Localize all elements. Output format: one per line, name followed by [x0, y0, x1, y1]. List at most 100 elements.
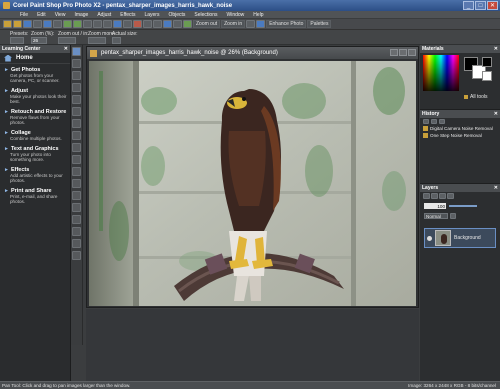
- close-button[interactable]: ✕: [487, 1, 498, 10]
- blend-mode-dropdown[interactable]: Normal: [424, 213, 448, 219]
- pen-tool-icon[interactable]: [72, 239, 81, 248]
- visibility-eye-icon[interactable]: [427, 235, 432, 241]
- lc-item-get-photos[interactable]: ► Get Photos Get photos from your camera,…: [0, 64, 70, 85]
- paint-brush-icon[interactable]: [72, 167, 81, 176]
- layer-row-background[interactable]: Background: [424, 228, 496, 248]
- presets-dropdown[interactable]: [10, 37, 24, 44]
- histogram-icon[interactable]: [173, 20, 182, 28]
- zoom-field[interactable]: 26: [31, 37, 47, 44]
- pick-tool-icon[interactable]: [72, 59, 81, 68]
- undo-icon[interactable]: [423, 119, 429, 124]
- lc-item-print-share[interactable]: ► Print and Share Print, e-mail, and shar…: [0, 185, 70, 206]
- lc-item-adjust[interactable]: ► Adjust Make your photos look their best…: [0, 85, 70, 106]
- menu-layers[interactable]: Layers: [144, 12, 159, 18]
- bg-material-swatch[interactable]: [482, 71, 492, 81]
- doc-maximize-button[interactable]: [399, 49, 407, 56]
- copy-icon[interactable]: [93, 20, 102, 28]
- undo-icon[interactable]: [63, 20, 72, 28]
- history-item[interactable]: One Step Noise Removal: [420, 132, 500, 139]
- close-palette-icon[interactable]: ✕: [494, 111, 498, 117]
- straighten-tool-icon[interactable]: [72, 107, 81, 116]
- menu-file[interactable]: File: [20, 12, 28, 18]
- preset-shape-icon[interactable]: [72, 227, 81, 236]
- menu-view[interactable]: View: [55, 12, 66, 18]
- delete-layer-icon[interactable]: [439, 193, 446, 199]
- lc-item-collage[interactable]: ► Collage Combine multiple photos.: [0, 127, 70, 143]
- dropper-tool-icon[interactable]: [72, 83, 81, 92]
- menu-bar: File Edit View Image Adjust Effects Laye…: [0, 11, 500, 19]
- lc-item-effects[interactable]: ► Effects Add artistic effects to your ph…: [0, 164, 70, 185]
- menu-effects[interactable]: Effects: [120, 12, 135, 18]
- close-palette-icon[interactable]: ✕: [494, 185, 498, 191]
- red-eye-tool-icon[interactable]: [72, 119, 81, 128]
- fit-window-icon[interactable]: [246, 20, 256, 28]
- clear-history-icon[interactable]: [439, 119, 445, 124]
- menu-edit[interactable]: Edit: [37, 12, 46, 18]
- selection-tool-icon[interactable]: [72, 71, 81, 80]
- redo-icon[interactable]: [73, 20, 82, 28]
- browse-icon[interactable]: [33, 20, 42, 28]
- paste-icon[interactable]: [103, 20, 112, 28]
- warp-brush-icon[interactable]: [72, 251, 81, 260]
- lighten-darken-icon[interactable]: [72, 179, 81, 188]
- redo-icon[interactable]: [431, 119, 437, 124]
- clone-brush-icon[interactable]: [72, 143, 81, 152]
- flood-fill-icon[interactable]: [72, 203, 81, 212]
- zoom-in-button[interactable]: Zoom in: [221, 20, 246, 28]
- maximize-button[interactable]: □: [475, 1, 486, 10]
- image-canvas[interactable]: [89, 61, 416, 306]
- all-tools-option[interactable]: All tools: [464, 94, 488, 100]
- red-eye-icon[interactable]: [133, 20, 142, 28]
- fg-material-swatch[interactable]: [482, 57, 492, 67]
- eraser-icon[interactable]: [72, 191, 81, 200]
- crop-tool-icon[interactable]: [72, 95, 81, 104]
- lc-item-retouch[interactable]: ► Retouch and Restore Remove flaws from y…: [0, 106, 70, 127]
- color-spectrum[interactable]: [423, 55, 459, 91]
- full-screen-icon[interactable]: [256, 20, 266, 28]
- doc-minimize-button[interactable]: [390, 49, 398, 56]
- enhance-photo-button[interactable]: Enhance Photo: [266, 20, 307, 28]
- cut-icon[interactable]: [83, 20, 92, 28]
- scan-icon[interactable]: [43, 20, 52, 28]
- save-icon[interactable]: [23, 20, 32, 28]
- text-tool-icon[interactable]: [72, 215, 81, 224]
- opacity-field[interactable]: 100: [424, 203, 446, 209]
- zoom-out-in-buttons[interactable]: [58, 37, 76, 44]
- new-layer-icon[interactable]: [423, 193, 430, 199]
- layer-properties-icon[interactable]: [447, 193, 454, 199]
- menu-image[interactable]: Image: [74, 12, 88, 18]
- zoom-more-buttons[interactable]: [88, 37, 106, 44]
- flip-icon[interactable]: [153, 20, 162, 28]
- close-palette-icon[interactable]: ✕: [494, 46, 498, 52]
- menu-help[interactable]: Help: [253, 12, 263, 18]
- actual-size-button[interactable]: [112, 37, 121, 44]
- duplicate-layer-icon[interactable]: [431, 193, 438, 199]
- history-item[interactable]: Digital Camera Noise Removal: [420, 125, 500, 132]
- menu-selections[interactable]: Selections: [194, 12, 217, 18]
- opacity-slider[interactable]: [449, 205, 477, 207]
- minimize-button[interactable]: _: [463, 1, 474, 10]
- rotate-icon[interactable]: [143, 20, 152, 28]
- layer-thumbnail: [435, 230, 451, 246]
- scratch-remover-icon[interactable]: [72, 155, 81, 164]
- crop-icon[interactable]: [113, 20, 122, 28]
- close-palette-icon[interactable]: ✕: [64, 46, 68, 52]
- new-file-icon[interactable]: [3, 20, 12, 28]
- menu-objects[interactable]: Objects: [168, 12, 185, 18]
- adjust-icon[interactable]: [183, 20, 192, 28]
- learning-center-home[interactable]: Home: [0, 53, 70, 64]
- lock-icon[interactable]: [450, 213, 456, 219]
- print-icon[interactable]: [53, 20, 62, 28]
- doc-close-button[interactable]: [408, 49, 416, 56]
- menu-window[interactable]: Window: [227, 12, 245, 18]
- menu-adjust[interactable]: Adjust: [97, 12, 111, 18]
- zoom-out-button[interactable]: Zoom out: [193, 20, 221, 28]
- mirror-icon[interactable]: [163, 20, 172, 28]
- palettes-button[interactable]: Palettes: [307, 20, 332, 28]
- document-window-controls: [390, 49, 416, 56]
- makeover-tool-icon[interactable]: [72, 131, 81, 140]
- pan-tool-icon[interactable]: [72, 47, 81, 56]
- open-folder-icon[interactable]: [13, 20, 22, 28]
- lc-item-text-graphics[interactable]: ► Text and Graphics Turn your photo into …: [0, 143, 70, 164]
- resize-icon[interactable]: [123, 20, 132, 28]
